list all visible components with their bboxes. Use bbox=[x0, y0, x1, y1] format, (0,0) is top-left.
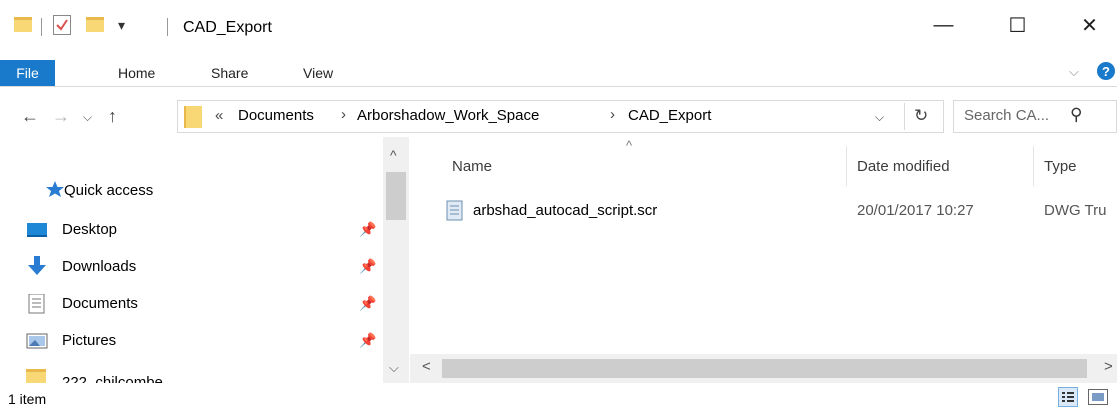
sidebar-item-pictures[interactable]: Pictures 📌 bbox=[0, 322, 380, 359]
tab-view[interactable]: View bbox=[303, 65, 333, 81]
sidebar-item-downloads[interactable]: Downloads 📌 bbox=[0, 248, 380, 285]
breadcrumb-arborshadow[interactable]: Arborshadow_Work_Space bbox=[357, 107, 539, 124]
sidebar-item-label: Desktop bbox=[62, 221, 118, 238]
item-count: 1 item bbox=[8, 391, 47, 407]
tab-share[interactable]: Share bbox=[211, 65, 248, 81]
folder-icon bbox=[14, 17, 32, 32]
tab-file[interactable]: File bbox=[0, 60, 55, 86]
sidebar-item-222-chilcombe[interactable]: 222_chilcombe bbox=[0, 365, 380, 383]
address-dropdown-icon[interactable]: ⌵ bbox=[875, 110, 884, 125]
sidebar-item-desktop[interactable]: Desktop 📌 bbox=[0, 211, 380, 248]
divider bbox=[904, 103, 905, 130]
breadcrumb-cad-export[interactable]: CAD_Export bbox=[628, 107, 711, 124]
folder-icon bbox=[184, 106, 202, 128]
refresh-button[interactable]: ↻ bbox=[914, 106, 928, 126]
file-date-modified: 20/01/2017 10:27 bbox=[857, 202, 974, 219]
breadcrumb-separator-icon[interactable]: › bbox=[341, 106, 346, 123]
column-header-date-modified[interactable]: Date modified bbox=[857, 158, 950, 175]
ribbon-tabs bbox=[0, 60, 1117, 87]
nav-quick-access[interactable]: Quick access bbox=[64, 182, 153, 199]
minimize-button[interactable]: — bbox=[921, 10, 966, 40]
column-divider[interactable] bbox=[846, 146, 847, 186]
forward-button[interactable]: → bbox=[52, 106, 70, 127]
divider bbox=[167, 18, 168, 36]
sidebar-item-documents[interactable]: Documents 📌 bbox=[0, 285, 380, 322]
downloads-icon bbox=[26, 256, 48, 275]
pin-icon[interactable]: 📌 bbox=[359, 295, 376, 312]
details-view-icon[interactable] bbox=[1058, 387, 1078, 407]
hscrollbar-thumb[interactable] bbox=[442, 359, 1087, 378]
sidebar-item-label: Documents bbox=[62, 295, 138, 312]
close-button[interactable]: ✕ bbox=[1067, 10, 1112, 40]
column-header-name[interactable]: Name bbox=[452, 158, 492, 175]
file-type: DWG Tru bbox=[1044, 202, 1107, 219]
sidebar-item-label: Pictures bbox=[62, 332, 117, 349]
pictures-icon bbox=[26, 332, 48, 350]
documents-icon bbox=[26, 293, 48, 314]
back-button[interactable]: ← bbox=[21, 106, 39, 127]
sidebar-item-label: Downloads bbox=[62, 258, 137, 275]
quick-access-star-icon bbox=[45, 180, 65, 202]
properties-icon[interactable] bbox=[53, 15, 71, 35]
script-file-icon bbox=[446, 200, 464, 226]
recent-locations-icon[interactable]: ⌵ bbox=[83, 110, 92, 125]
search-icon[interactable]: ⚲ bbox=[1070, 105, 1082, 125]
status-bar bbox=[0, 383, 1117, 411]
ribbon-expand-icon[interactable]: ⌵ bbox=[1069, 64, 1079, 80]
up-button[interactable]: ↑ bbox=[108, 106, 117, 127]
tab-home[interactable]: Home bbox=[118, 65, 155, 81]
scroll-up-icon[interactable]: ^ bbox=[390, 147, 397, 163]
desktop-icon bbox=[26, 221, 48, 239]
sidebar-item-label: 222_chilcombe bbox=[62, 374, 163, 383]
pin-icon[interactable]: 📌 bbox=[359, 221, 376, 238]
maximize-button[interactable]: ☐ bbox=[995, 10, 1040, 40]
scroll-down-icon[interactable]: ⌵ bbox=[389, 360, 399, 376]
file-name: arbshad_autocad_script.scr bbox=[473, 202, 658, 219]
divider bbox=[41, 18, 42, 36]
column-divider[interactable] bbox=[1033, 146, 1034, 186]
help-icon[interactable]: ? bbox=[1097, 62, 1115, 80]
search-placeholder: Search CA... bbox=[964, 107, 1050, 124]
pin-icon[interactable]: 📌 bbox=[359, 258, 376, 275]
sort-ascending-icon: ^ bbox=[626, 138, 633, 153]
scroll-right-icon[interactable]: > bbox=[1104, 358, 1113, 375]
qat-dropdown-icon[interactable]: ▾ bbox=[118, 17, 125, 34]
breadcrumb-documents[interactable]: Documents bbox=[238, 107, 314, 124]
pin-icon[interactable]: 📌 bbox=[359, 332, 376, 349]
breadcrumb-separator-icon[interactable]: › bbox=[610, 106, 615, 123]
scroll-left-icon[interactable]: < bbox=[422, 358, 431, 375]
new-folder-icon[interactable] bbox=[86, 17, 104, 32]
scrollbar-thumb[interactable] bbox=[386, 172, 406, 220]
column-header-type[interactable]: Type bbox=[1044, 158, 1077, 175]
table-row[interactable]: arbshad_autocad_script.scr 20/01/2017 10… bbox=[440, 196, 1117, 228]
breadcrumb-overflow-icon[interactable]: « bbox=[215, 107, 223, 124]
window-title: CAD_Export bbox=[183, 19, 272, 36]
large-icons-view-icon[interactable] bbox=[1088, 389, 1108, 405]
folder-icon bbox=[26, 369, 46, 383]
